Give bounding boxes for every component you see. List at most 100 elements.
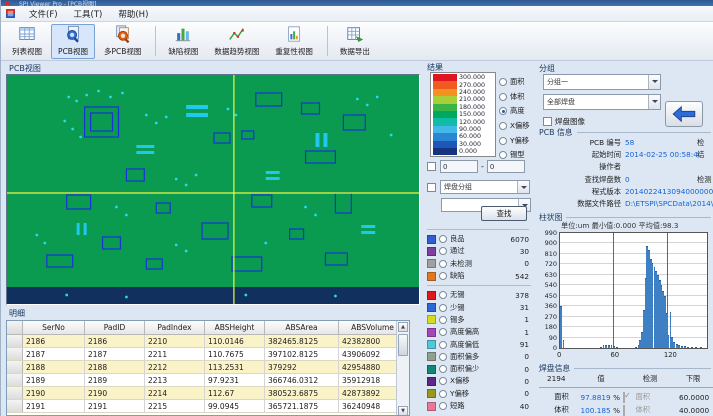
- radio-icon[interactable]: [439, 377, 447, 385]
- legend-item-12[interactable]: Y偏移0: [427, 388, 531, 400]
- metric-option-4[interactable]: Y偏移: [499, 133, 530, 148]
- legend-item-0[interactable]: 良品6070: [427, 233, 531, 245]
- table-row[interactable]: 21912191221599.0945365721.187536240948: [7, 400, 409, 413]
- metric-option-0[interactable]: 面积: [499, 75, 530, 90]
- toolbar-button-multi-pcb-view[interactable]: 多PCB视图: [97, 24, 148, 59]
- table-row[interactable]: 218621862210110.0146382465.812542382800: [7, 335, 409, 348]
- radio-icon[interactable]: [499, 137, 507, 145]
- row-selector[interactable]: [7, 387, 23, 399]
- search-button[interactable]: 查找: [481, 206, 527, 221]
- legend-item-2[interactable]: 未检测0: [427, 258, 531, 270]
- radio-icon[interactable]: [439, 365, 447, 373]
- radio-icon[interactable]: [439, 316, 447, 324]
- radio-icon[interactable]: [439, 235, 447, 243]
- histogram-stats-title: 单位:um 最小值:0.000 平均值:98.3: [561, 221, 713, 231]
- toolbar-button-pcb-view[interactable]: PCB视图: [51, 24, 95, 59]
- pcb-canvas[interactable]: [6, 74, 420, 305]
- table-cell: 2215: [145, 400, 205, 412]
- pads-select[interactable]: 全部焊盘: [543, 94, 661, 110]
- pcb-info-value: 0: [625, 174, 630, 186]
- pad-group-checkbox[interactable]: [427, 183, 436, 192]
- scrollbar-thumb[interactable]: [398, 334, 408, 356]
- row-selector[interactable]: [7, 361, 23, 373]
- radio-icon[interactable]: [439, 328, 447, 336]
- pad-check-checkbox[interactable]: [623, 392, 625, 403]
- pcb-view-group-label: PCB视图: [9, 63, 41, 74]
- metric-radio-group: 面积体积高度X偏移Y偏移锡型: [499, 75, 530, 163]
- radio-icon[interactable]: [439, 341, 447, 349]
- metric-label: 体积: [510, 92, 525, 102]
- radio-icon[interactable]: [499, 107, 507, 115]
- table-row[interactable]: 21892189221397.9231366746.031235912918: [7, 374, 409, 387]
- radio-icon[interactable]: [439, 247, 447, 255]
- color-scale-band: [433, 148, 457, 155]
- chevron-down-icon[interactable]: [517, 181, 529, 193]
- table-row[interactable]: 219021902214112.67380523.687542873892: [7, 387, 409, 400]
- app-icon: [5, 1, 10, 5]
- back-button[interactable]: [665, 101, 703, 127]
- legend-item-5[interactable]: 少锡31: [427, 301, 531, 313]
- radio-icon[interactable]: [499, 151, 507, 159]
- toolbar-button-label: 列表视图: [12, 46, 42, 57]
- legend-item-6[interactable]: 锡多1: [427, 314, 531, 326]
- range-filter-checkbox[interactable]: [427, 162, 436, 171]
- y-tick-label: 900: [538, 239, 557, 247]
- legend-item-3[interactable]: 缺陷542: [427, 270, 531, 282]
- detail-table-scrollbar[interactable]: ▲ ▼: [396, 321, 409, 416]
- pad-image-checkbox[interactable]: [543, 117, 552, 126]
- group-select[interactable]: 分组一: [543, 74, 661, 90]
- scroll-down-icon[interactable]: ▼: [398, 406, 408, 416]
- pad-metric-value: 97.8819: [569, 393, 611, 402]
- legend-item-label: 通过: [450, 246, 520, 256]
- legend-item-8[interactable]: 高度偏低91: [427, 338, 531, 350]
- radio-icon[interactable]: [439, 353, 447, 361]
- legend-item-1[interactable]: 通过30: [427, 245, 531, 257]
- row-selector[interactable]: [7, 374, 23, 386]
- scroll-up-icon[interactable]: ▲: [398, 322, 408, 332]
- toolbar-button-repeatability-view[interactable]: 重复性视图: [268, 24, 320, 59]
- grouping-label: 分组: [539, 63, 555, 74]
- y-tick-label: 630: [538, 271, 557, 279]
- toolbar-button-data-trend-view[interactable]: 数据趋势视图: [207, 24, 266, 59]
- table-row[interactable]: 218821882212113.253137929242954880: [7, 361, 409, 374]
- toolbar-button-data-export[interactable]: 数据导出: [333, 24, 377, 59]
- metric-option-1[interactable]: 体积: [499, 90, 530, 105]
- legend-item-4[interactable]: 无锡378: [427, 289, 531, 301]
- menu-item-1[interactable]: 工具(T): [66, 6, 111, 22]
- pad-group-select[interactable]: 焊盘分组: [440, 180, 530, 194]
- chevron-down-icon[interactable]: [648, 75, 660, 89]
- radio-icon[interactable]: [499, 122, 507, 130]
- table-row[interactable]: 218721872211110.7675397102.812543906092: [7, 348, 409, 361]
- legend-item-9[interactable]: 面积偏多0: [427, 351, 531, 363]
- metric-option-2[interactable]: 高度: [499, 104, 530, 119]
- legend-item-10[interactable]: 面积偏少0: [427, 363, 531, 375]
- histogram-bar: [611, 345, 613, 348]
- legend-item-13[interactable]: 短路40: [427, 400, 531, 412]
- row-selector[interactable]: [7, 335, 23, 347]
- color-scale-value: 300.000: [459, 74, 485, 81]
- radio-icon[interactable]: [439, 390, 447, 398]
- legend-color-swatch: [427, 272, 436, 281]
- chevron-down-icon[interactable]: [648, 95, 660, 109]
- pad-check-checkbox[interactable]: [623, 405, 625, 416]
- multi-pcb-view-icon: [114, 25, 132, 45]
- radio-icon[interactable]: [439, 272, 447, 280]
- radio-icon[interactable]: [499, 93, 507, 101]
- table-cell: 2186: [23, 335, 85, 347]
- row-selector[interactable]: [7, 400, 23, 412]
- radio-icon[interactable]: [439, 260, 447, 268]
- radio-icon[interactable]: [499, 78, 507, 86]
- menu-item-0[interactable]: 文件(F): [21, 6, 66, 22]
- legend-item-11[interactable]: X偏移0: [427, 375, 531, 387]
- menu-item-2[interactable]: 帮助(H): [110, 6, 156, 22]
- range-from-input[interactable]: 0: [440, 160, 478, 173]
- legend-item-7[interactable]: 高度偏高1: [427, 326, 531, 338]
- radio-icon[interactable]: [439, 304, 447, 312]
- toolbar-button-list-view[interactable]: 列表视图: [5, 24, 49, 59]
- radio-icon[interactable]: [439, 402, 447, 410]
- range-to-input[interactable]: 0: [487, 160, 525, 173]
- row-selector[interactable]: [7, 348, 23, 360]
- toolbar-button-defect-view[interactable]: 缺陷视图: [161, 24, 205, 59]
- metric-option-3[interactable]: X偏移: [499, 119, 530, 134]
- radio-icon[interactable]: [439, 291, 447, 299]
